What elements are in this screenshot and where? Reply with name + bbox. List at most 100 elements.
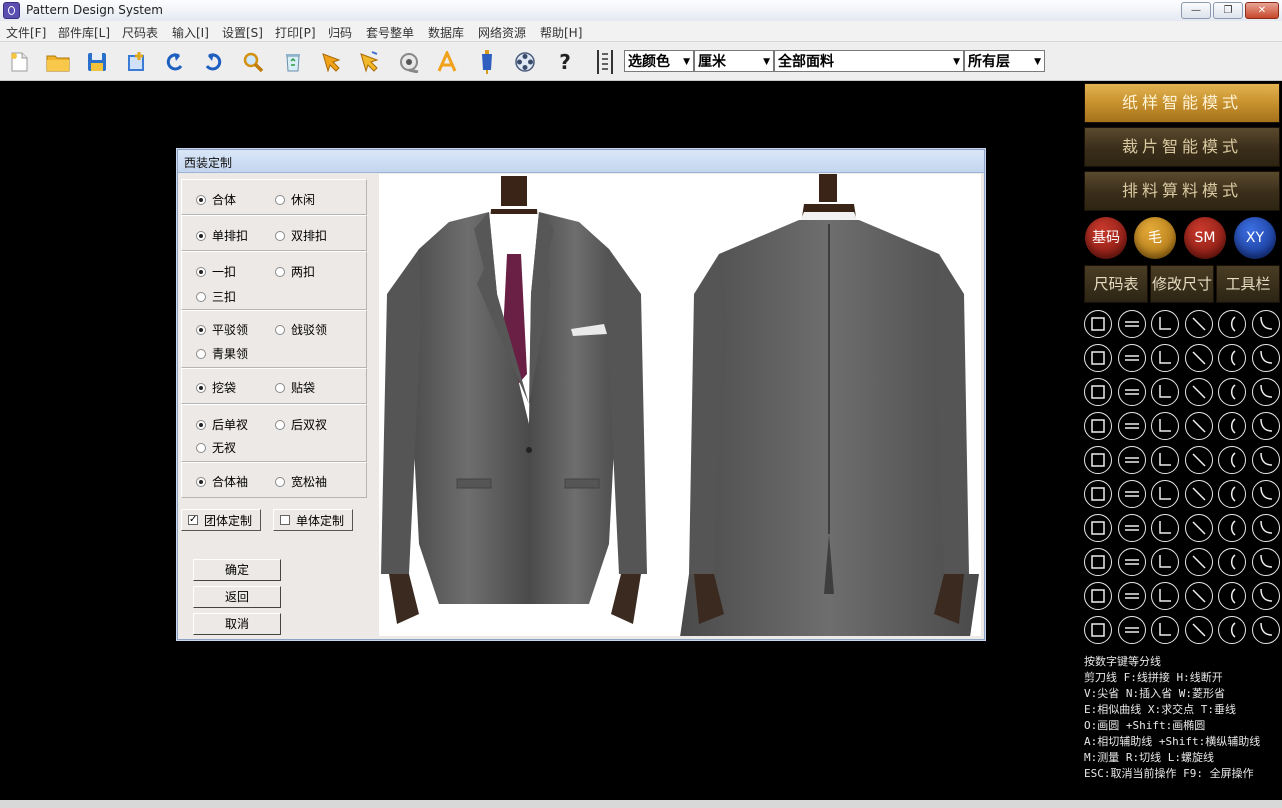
color-select[interactable]: 选颜色 ▼ <box>624 50 694 72</box>
ok-button[interactable]: 确定 <box>193 559 281 581</box>
arc-tool-icon[interactable] <box>1084 480 1112 508</box>
line-tool-icon[interactable] <box>1218 480 1246 508</box>
menu-grading[interactable]: 归码 <box>328 24 352 41</box>
rectangle-tool-icon[interactable] <box>1218 582 1246 610</box>
dialog-title-bar[interactable]: 西装定制 <box>178 150 984 173</box>
piece-smart-mode-button[interactable]: 裁片智能模式 <box>1084 127 1280 167</box>
close-button[interactable]: ✕ <box>1245 2 1279 19</box>
line-tool-icon[interactable] <box>1084 616 1112 644</box>
size-chart-button[interactable]: 尺码表 <box>1084 265 1148 303</box>
corner-tool-icon[interactable] <box>1084 378 1112 406</box>
film-reel-icon[interactable] <box>512 50 538 74</box>
line-tool-icon[interactable] <box>1117 582 1146 610</box>
option-three-button[interactable]: 三扣 <box>196 288 236 305</box>
layer-select[interactable]: 所有层 ▼ <box>964 50 1045 72</box>
arc-tool-icon[interactable] <box>1251 514 1280 542</box>
new-file-icon[interactable] <box>6 50 32 74</box>
option-no-vent[interactable]: 无衩 <box>196 439 236 456</box>
option-fitted-sleeve[interactable]: 合体袖 <box>196 473 248 490</box>
line-tool-icon[interactable] <box>1151 548 1179 576</box>
open-folder-icon[interactable] <box>45 50 71 74</box>
single-custom-checkbox[interactable]: 单体定制 <box>273 509 353 531</box>
rectangle-tool-icon[interactable] <box>1117 480 1146 508</box>
rectangle-tool-icon[interactable] <box>1151 446 1179 474</box>
line-tool-icon[interactable] <box>1117 378 1146 406</box>
menu-parts-library[interactable]: 部件库[L] <box>58 24 110 41</box>
option-notch-lapel[interactable]: 平驳领 <box>196 321 248 338</box>
menu-network-resources[interactable]: 网络资源 <box>478 24 526 41</box>
line-tool-icon[interactable] <box>1251 446 1280 474</box>
text-a-icon[interactable] <box>434 50 460 74</box>
line-tool-icon[interactable] <box>1151 344 1179 372</box>
pattern-smart-mode-button[interactable]: 纸样智能模式 <box>1084 83 1280 123</box>
option-double-breasted[interactable]: 双排扣 <box>275 227 327 244</box>
option-single-breasted[interactable]: 单排扣 <box>196 227 248 244</box>
zoom-icon[interactable] <box>240 50 266 74</box>
line-tool-icon[interactable] <box>1184 514 1213 542</box>
toolbar-button[interactable]: 工具栏 <box>1216 265 1280 303</box>
help-icon[interactable]: ? <box>552 50 578 74</box>
corner-tool-icon[interactable] <box>1184 480 1213 508</box>
tape-icon[interactable] <box>396 50 422 74</box>
option-shawl-lapel[interactable]: 青果领 <box>196 345 248 362</box>
unit-select[interactable]: 厘米 ▼ <box>694 50 774 72</box>
marker-mode-button[interactable]: 排料算料模式 <box>1084 171 1280 211</box>
curve-tool-icon[interactable] <box>1251 480 1280 508</box>
curve-tool-icon[interactable] <box>1218 514 1246 542</box>
base-size-button[interactable]: 基码 <box>1085 217 1127 259</box>
corner-tool-icon[interactable] <box>1117 344 1146 372</box>
curve-tool-icon[interactable] <box>1184 344 1213 372</box>
menu-database[interactable]: 数据库 <box>428 24 464 41</box>
seam-allowance-button[interactable]: 毛 <box>1134 217 1176 259</box>
group-custom-checkbox[interactable]: ✓ 团体定制 <box>181 509 261 531</box>
parallel-line-tool-icon[interactable] <box>1084 344 1112 372</box>
option-loose-sleeve[interactable]: 宽松袖 <box>275 473 327 490</box>
option-casual[interactable]: 休闲 <box>275 191 315 208</box>
arc-tool-icon[interactable] <box>1218 344 1246 372</box>
save-icon[interactable] <box>84 50 110 74</box>
curve-tool-icon[interactable] <box>1218 310 1246 338</box>
rectangle-tool-icon[interactable] <box>1184 616 1213 644</box>
select-arrow-icon[interactable] <box>356 50 382 74</box>
corner-tool-icon[interactable] <box>1151 514 1179 542</box>
line-tool-icon[interactable] <box>1084 412 1112 440</box>
modify-size-button[interactable]: 修改尺寸 <box>1150 265 1214 303</box>
arc-tool-icon[interactable] <box>1218 548 1246 576</box>
fabric-select[interactable]: 全部面料 ▼ <box>774 50 964 72</box>
parallel-line-tool-icon[interactable] <box>1151 480 1179 508</box>
arc-tool-icon[interactable] <box>1117 446 1146 474</box>
redo-icon[interactable] <box>200 50 226 74</box>
corner-tool-icon[interactable] <box>1251 616 1280 644</box>
curve-tool-icon[interactable] <box>1117 412 1146 440</box>
parallel-line-tool-icon[interactable] <box>1117 310 1146 338</box>
parallel-line-tool-icon[interactable] <box>1184 446 1213 474</box>
cancel-button[interactable]: 取消 <box>193 613 281 635</box>
recycle-bin-icon[interactable] <box>280 50 306 74</box>
arc-tool-icon[interactable] <box>1184 582 1213 610</box>
corner-tool-icon[interactable] <box>1218 446 1246 474</box>
option-single-vent[interactable]: 后单衩 <box>196 416 248 433</box>
corner-tool-icon[interactable] <box>1084 582 1112 610</box>
arc-tool-icon[interactable] <box>1151 412 1179 440</box>
rectangle-tool-icon[interactable] <box>1084 310 1112 338</box>
rectangle-tool-icon[interactable] <box>1218 378 1246 406</box>
arc-tool-icon[interactable] <box>1251 310 1280 338</box>
option-fit[interactable]: 合体 <box>196 191 236 208</box>
parallel-line-tool-icon[interactable] <box>1084 548 1112 576</box>
rectangle-tool-icon[interactable] <box>1084 514 1112 542</box>
arc-tool-icon[interactable] <box>1151 616 1179 644</box>
menu-print[interactable]: 打印[P] <box>275 24 316 41</box>
corner-tool-icon[interactable] <box>1117 548 1146 576</box>
menu-input[interactable]: 输入[I] <box>172 24 209 41</box>
minimize-button[interactable]: — <box>1181 2 1211 19</box>
menu-size-chart[interactable]: 尺码表 <box>122 24 158 41</box>
rectangle-tool-icon[interactable] <box>1184 412 1213 440</box>
option-one-button[interactable]: 一扣 <box>196 263 236 280</box>
option-welt-pocket[interactable]: 挖袋 <box>196 379 236 396</box>
add-page-icon[interactable] <box>123 50 149 74</box>
parallel-line-tool-icon[interactable] <box>1251 582 1280 610</box>
curve-tool-icon[interactable] <box>1151 582 1179 610</box>
option-patch-pocket[interactable]: 贴袋 <box>275 379 315 396</box>
rectangle-tool-icon[interactable] <box>1251 548 1280 576</box>
pointer-arrow-icon[interactable] <box>318 50 344 74</box>
